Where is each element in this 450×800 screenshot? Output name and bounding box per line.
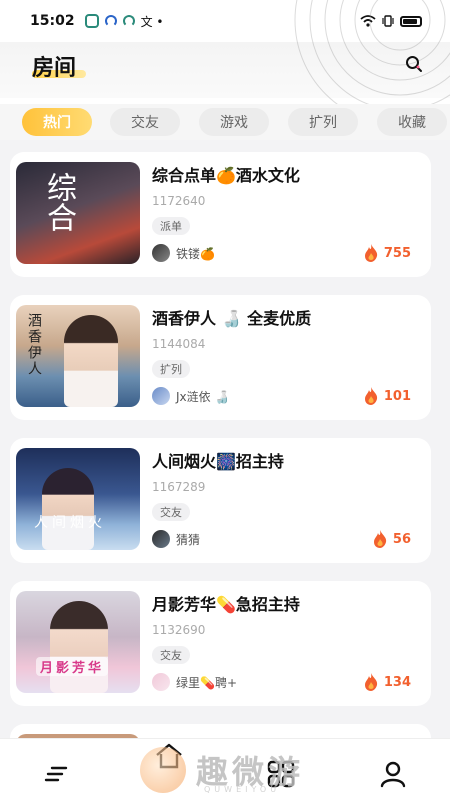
room-title: 综合点单🍊酒水文化: [152, 166, 300, 185]
tab-expand[interactable]: 扩列: [288, 108, 358, 136]
room-title: 人间烟火🎆招主持: [152, 452, 284, 471]
thumbnail-text: 人间烟火: [34, 515, 106, 531]
sync-icon: [104, 15, 117, 27]
status-time: 15:02: [30, 13, 75, 29]
room-tag: 交友: [152, 646, 190, 664]
room-title: 月影芳华💊急招主持: [152, 595, 300, 614]
fire-icon: [364, 673, 377, 691]
room-id: 1132690: [152, 623, 206, 637]
room-thumbnail: 酒香伊人: [16, 305, 140, 407]
fire-icon: [364, 387, 377, 405]
avatar: [152, 673, 170, 691]
header: 房间: [0, 0, 450, 126]
thumbnail-text: 综合: [41, 172, 76, 232]
tab-hot[interactable]: 热门: [22, 108, 92, 136]
room-tag: 交友: [152, 503, 190, 521]
room-tag: 扩列: [152, 360, 190, 378]
room-host: 绿里💊聘+: [152, 673, 237, 691]
room-host: 猜猜: [152, 530, 200, 548]
room-title: 酒香伊人 🍶 全麦优质: [152, 309, 312, 328]
tab-games[interactable]: 游戏: [199, 108, 269, 136]
room-card[interactable]: 酒香伊人 酒香伊人 🍶 全麦优质 1144084 扩列 Jx涟依 🍶 101: [10, 295, 431, 420]
watermark-subtext: QUWEIYOU: [204, 785, 281, 794]
room-tag: 派单: [152, 217, 190, 235]
status-extra-text: 文 •: [140, 14, 164, 29]
room-card[interactable]: 综合 综合点单🍊酒水文化 1172640 派单 铁镂🍊 755: [10, 152, 431, 277]
heat-value: 134: [383, 674, 411, 690]
room-thumbnail: 人间烟火: [16, 448, 140, 550]
thumbnail-figure: [50, 601, 108, 693]
host-name: Jx涟依 🍶: [176, 389, 230, 404]
page-title: 房间: [32, 56, 77, 81]
search-button[interactable]: [401, 51, 427, 77]
fire-icon: [364, 244, 377, 262]
user-icon: [380, 761, 406, 788]
category-tabs: 热门 交友 游戏 扩列 收藏: [0, 104, 450, 140]
room-card[interactable]: 月影芳华 月影芳华💊急招主持 1132690 交友 绿里💊聘+ 134: [10, 581, 431, 706]
tab-favorites[interactable]: 收藏: [377, 108, 447, 136]
status-notification-icons: 文 •: [84, 13, 164, 30]
room-id: 1167289: [152, 480, 206, 494]
thumbnail-text: 酒香伊人: [26, 313, 42, 377]
room-thumbnail: 综合: [16, 162, 140, 264]
thumbnail-figure: [64, 315, 118, 407]
room-heat: 56: [373, 530, 411, 548]
room-card[interactable]: 人间烟火 人间烟火🎆招主持 1167289 交友 猜猜 56: [10, 438, 431, 563]
host-name: 铁镂🍊: [176, 246, 215, 261]
search-icon: [406, 56, 422, 72]
tab-friends[interactable]: 交友: [110, 108, 180, 136]
room-host: Jx涟依 🍶: [152, 387, 229, 405]
host-name: 猜猜: [176, 532, 201, 547]
shield-icon: [84, 14, 99, 28]
heat-value: 755: [383, 245, 411, 261]
watermark-logo: [140, 747, 186, 793]
room-list: 综合 综合点单🍊酒水文化 1172640 派单 铁镂🍊 755 酒香伊人 酒香伊…: [0, 140, 450, 754]
avatar: [152, 530, 170, 548]
fire-icon: [373, 530, 387, 548]
room-thumbnail: 月影芳华: [16, 591, 140, 693]
nav-profile[interactable]: [378, 759, 408, 789]
nav-menu[interactable]: [42, 759, 72, 789]
sync-icon: [122, 15, 135, 27]
avatar: [152, 387, 170, 405]
room-id: 1144084: [152, 337, 206, 351]
avatar: [152, 244, 170, 262]
thumbnail-text: 月影芳华: [36, 657, 109, 676]
room-heat: 755: [364, 244, 411, 262]
heat-value: 56: [392, 531, 411, 547]
room-heat: 134: [364, 673, 411, 691]
thumbnail-figure: [42, 468, 94, 550]
host-name: 绿里💊聘+: [176, 675, 237, 690]
watermark: 趣微游 QUWEIYOU: [140, 740, 340, 800]
room-host: 铁镂🍊: [152, 244, 215, 262]
room-heat: 101: [364, 387, 411, 405]
menu-icon: [44, 766, 68, 782]
heat-value: 101: [383, 388, 411, 404]
room-id: 1172640: [152, 194, 206, 208]
